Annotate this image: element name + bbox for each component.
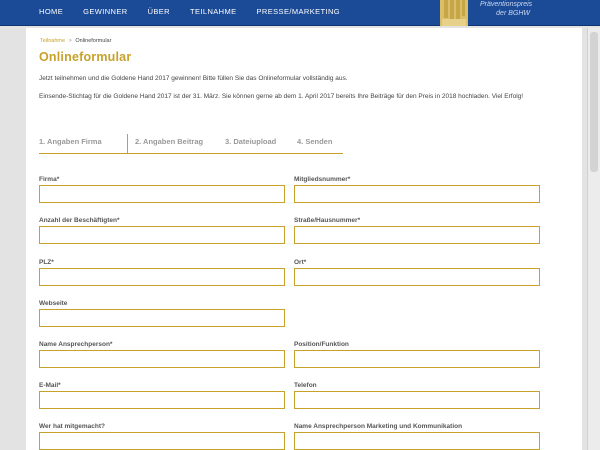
position-funktion-input[interactable]: [294, 350, 540, 368]
breadcrumb: Teilnahme > Onlineformular: [40, 38, 111, 44]
breadcrumb-current: Onlineformular: [75, 38, 112, 44]
wer-hat-mitgemacht-input[interactable]: [39, 432, 285, 450]
label-firma: Firma*: [39, 176, 60, 183]
label-ort: Ort*: [294, 259, 307, 266]
step-divider: [127, 134, 128, 154]
name-ansprechperson-input[interactable]: [39, 350, 285, 368]
nav-item-teilnahme[interactable]: TEILNAHME: [190, 7, 237, 16]
strasse-hausnummer-input[interactable]: [294, 226, 540, 244]
breadcrumb-link-teilnahme[interactable]: Teilnahme: [40, 38, 65, 44]
label-name-ansprechperson: Name Ansprechperson*: [39, 341, 113, 348]
step-angaben-firma[interactable]: 1. Angaben Firma: [39, 137, 102, 146]
plz-input[interactable]: [39, 268, 285, 286]
golden-hand-icon: [440, 0, 468, 26]
ort-input[interactable]: [294, 268, 540, 286]
page-title: Onlineformular: [39, 50, 132, 64]
step-angaben-beitrag[interactable]: 2. Angaben Beitrag: [135, 137, 203, 146]
ansprechperson-marketing-input[interactable]: [294, 432, 540, 450]
logo-text: Präventionspreis der BGHW: [480, 0, 533, 18]
label-ansprechperson-marketing: Name Ansprechperson Marketing und Kommun…: [294, 423, 463, 430]
step-senden[interactable]: 4. Senden: [297, 137, 332, 146]
step-dateiupload[interactable]: 3. Dateiupload: [225, 137, 276, 146]
webseite-input[interactable]: [39, 309, 285, 327]
nav-item-home[interactable]: HOME: [39, 7, 63, 16]
logo-line-1: Präventionspreis: [480, 1, 533, 8]
label-anzahl-beschaeftigte: Anzahl der Beschäftigten*: [39, 217, 120, 224]
label-position-funktion: Position/Funktion: [294, 341, 349, 348]
scrollbar-thumb[interactable]: [590, 32, 598, 172]
mitgliedsnummer-input[interactable]: [294, 185, 540, 203]
goldene-hand-logo[interactable]: Präventionspreis der BGHW: [434, 0, 584, 26]
top-navigation-bar: HOME GEWINNER ÜBER TEILNAHME PRESSE/MARK…: [0, 0, 600, 26]
label-webseite: Webseite: [39, 300, 68, 307]
deadline-text: Einsende-Stichtag für die Goldene Hand 2…: [39, 93, 524, 100]
intro-text: Jetzt teilnehmen und die Goldene Hand 20…: [39, 75, 348, 82]
main-menu: HOME GEWINNER ÜBER TEILNAHME PRESSE/MARK…: [39, 7, 360, 16]
label-plz: PLZ*: [39, 259, 54, 266]
label-strasse-hausnummer: Straße/Hausnummer*: [294, 217, 361, 224]
label-mitgliedsnummer: Mitgliedsnummer*: [294, 176, 351, 183]
nav-item-presse-marketing[interactable]: PRESSE/MARKETING: [257, 7, 341, 16]
main-content: Teilnahme > Onlineformular Onlineformula…: [26, 28, 582, 450]
page-scrollbar[interactable]: [587, 28, 600, 450]
logo-line-2: der BGHW: [496, 10, 530, 17]
form-steps: 1. Angaben Firma 2. Angaben Beitrag 3. D…: [39, 134, 343, 154]
nav-item-ueber[interactable]: ÜBER: [148, 7, 170, 16]
email-input[interactable]: [39, 391, 285, 409]
label-telefon: Telefon: [294, 382, 317, 389]
telefon-input[interactable]: [294, 391, 540, 409]
nav-item-gewinner[interactable]: GEWINNER: [83, 7, 127, 16]
firma-input[interactable]: [39, 185, 285, 203]
breadcrumb-separator: >: [68, 38, 72, 44]
label-email: E-Mail*: [39, 382, 61, 389]
anzahl-beschaeftigte-input[interactable]: [39, 226, 285, 244]
label-wer-hat-mitgemacht: Wer hat mitgemacht?: [39, 423, 105, 430]
